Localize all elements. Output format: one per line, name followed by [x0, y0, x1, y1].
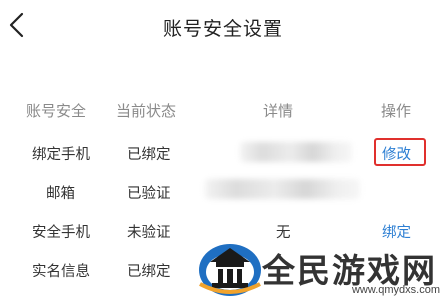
column-header-account-security: 账号安全 [26, 102, 87, 120]
modify-phone-button[interactable]: 修改 [382, 143, 411, 164]
row-type: 邮箱 [46, 186, 75, 202]
row-type: 安全手机 [32, 225, 90, 241]
column-header-current-status: 当前状态 [116, 102, 177, 120]
row-status: 已验证 [127, 186, 171, 202]
row-status: 已绑定 [127, 147, 171, 163]
row-type: 绑定手机 [32, 147, 90, 163]
column-header-details: 详情 [263, 102, 294, 120]
watermark-logo-icon [199, 244, 261, 296]
row-status: 已绑定 [127, 264, 171, 280]
blurred-detail [240, 142, 352, 162]
bind-phone-button[interactable]: 绑定 [382, 221, 411, 242]
row-status: 未验证 [127, 225, 171, 241]
watermark-url: www.qmydxs.com [351, 284, 440, 296]
row-type: 实名信息 [32, 264, 90, 280]
page-title: 账号安全设置 [162, 18, 283, 40]
blurred-detail [205, 179, 360, 199]
column-header-action: 操作 [381, 102, 412, 120]
row-detail: 无 [276, 225, 291, 241]
